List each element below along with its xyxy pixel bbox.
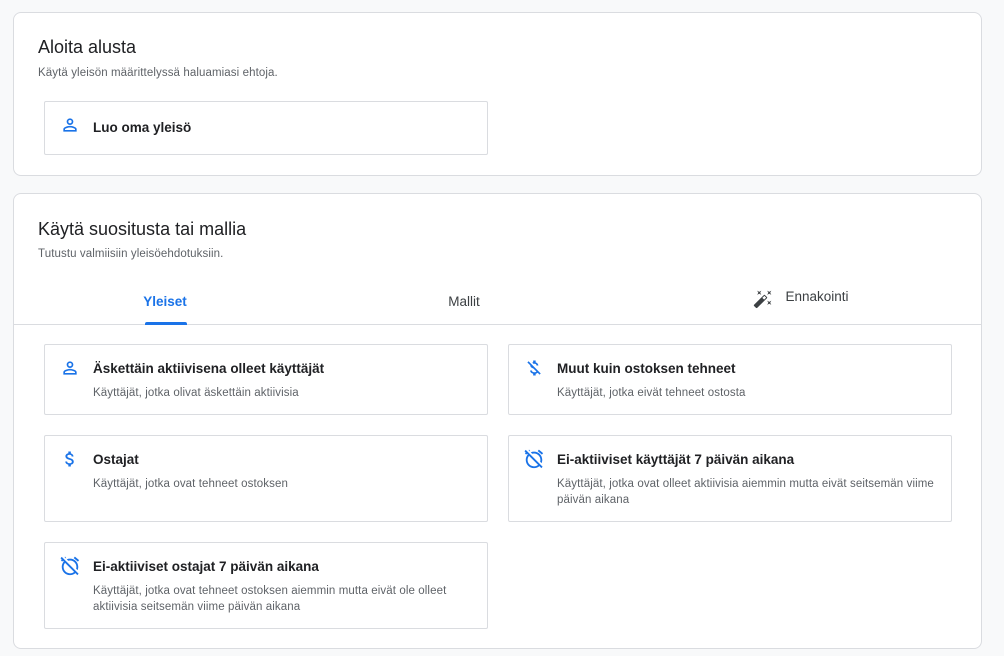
create-custom-audience-label: Luo oma yleisö — [93, 120, 192, 135]
alarm-off-icon — [523, 448, 545, 470]
card-title: Ei-aktiiviset käyttäjät 7 päivän aikana — [557, 452, 795, 467]
magic-wand-icon — [753, 289, 773, 309]
person-icon — [59, 357, 81, 379]
card-description: Käyttäjät, jotka ovat tehneet ostoksen a… — [93, 585, 447, 613]
suggestion-card-inactive-purchasers-7d[interactable]: Ei-aktiiviset ostajat 7 päivän aikana Kä… — [44, 542, 488, 629]
tab-mallit-label: Mallit — [448, 293, 480, 309]
suggestion-card-recently-active[interactable]: Äskettäin aktiivisena olleet käyttäjät K… — [44, 344, 488, 415]
tab-ennakointi[interactable]: Ennakointi — [726, 273, 876, 319]
suggestion-card-inactive-users-7d[interactable]: Ei-aktiiviset käyttäjät 7 päivän aikana … — [508, 435, 952, 522]
card-description: Käyttäjät, jotka ovat olleet aktiivisia … — [557, 478, 934, 506]
start-panel-subtitle: Käytä yleisön määrittelyssä haluamiasi e… — [38, 67, 278, 79]
card-description: Käyttäjät, jotka eivät tehneet ostosta — [557, 387, 746, 399]
alarm-off-icon — [59, 555, 81, 577]
suggest-panel-title: Käytä suositusta tai mallia — [38, 219, 247, 239]
suggestion-card-purchasers[interactable]: Ostajat Käyttäjät, jotka ovat tehneet os… — [44, 435, 488, 522]
create-custom-audience-card[interactable]: Luo oma yleisö — [44, 101, 488, 155]
tab-yleiset-label: Yleiset — [143, 293, 187, 309]
suggest-panel-subtitle: Tutustu valmiisiin yleisöehdotuksiin. — [38, 248, 224, 260]
card-title: Muut kuin ostoksen tehneet — [557, 361, 736, 376]
tab-mallit[interactable]: Mallit — [409, 278, 519, 324]
card-description: Käyttäjät, jotka ovat tehneet ostoksen — [93, 478, 288, 490]
money-off-icon — [523, 357, 545, 379]
card-title: Äskettäin aktiivisena olleet käyttäjät — [93, 361, 325, 376]
start-panel-title: Aloita alusta — [38, 37, 137, 57]
dollar-icon — [59, 448, 81, 470]
person-icon — [59, 114, 81, 136]
card-title: Ostajat — [93, 452, 139, 467]
card-description: Käyttäjät, jotka olivat äskettäin aktiiv… — [93, 387, 299, 399]
audience-tabs: Yleiset Mallit Ennakointi — [14, 278, 981, 325]
card-title: Ei-aktiiviset ostajat 7 päivän aikana — [93, 559, 319, 574]
tab-ennakointi-label: Ennakointi — [785, 288, 849, 304]
tab-yleiset[interactable]: Yleiset — [110, 278, 220, 324]
active-tab-indicator — [145, 322, 187, 325]
suggestions-panel: Käytä suositusta tai mallia Tutustu valm… — [13, 193, 982, 649]
start-from-scratch-panel: Aloita alusta Käytä yleisön määrittelyss… — [13, 12, 982, 176]
suggestion-card-non-purchasers[interactable]: Muut kuin ostoksen tehneet Käyttäjät, jo… — [508, 344, 952, 415]
